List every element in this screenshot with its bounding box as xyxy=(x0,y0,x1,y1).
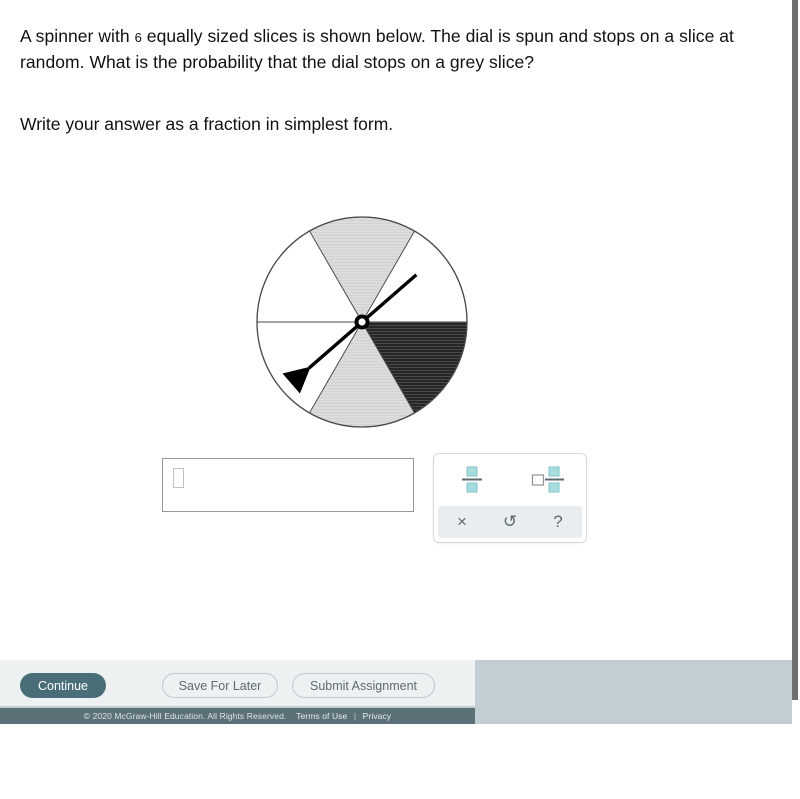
save-for-later-button[interactable]: Save For Later xyxy=(162,673,278,698)
undo-button[interactable]: ↺ xyxy=(491,508,529,536)
copyright-bar: © 2020 McGraw-Hill Education. All Rights… xyxy=(0,708,475,724)
fraction-icon xyxy=(462,466,482,493)
keypad-top-row xyxy=(434,454,586,506)
question-prefix: A spinner with xyxy=(20,26,130,46)
help-button[interactable]: ? xyxy=(539,508,577,536)
instruction-text: Write your answer as a fraction in simpl… xyxy=(20,114,394,134)
spinner-hub-center xyxy=(358,318,366,326)
math-keypad: × ↺ ? xyxy=(433,453,587,543)
submit-assignment-button[interactable]: Submit Assignment xyxy=(292,673,435,698)
footer-separator: | xyxy=(353,711,357,721)
scrollbar-thumb[interactable] xyxy=(792,0,798,700)
mixed-number-icon xyxy=(531,466,564,493)
privacy-link[interactable]: Privacy xyxy=(363,711,392,721)
fraction-button[interactable] xyxy=(449,460,495,500)
keypad-bottom-row: × ↺ ? xyxy=(438,506,582,538)
question-text: A spinner with 6 equally sized slices is… xyxy=(20,24,738,75)
clear-button[interactable]: × xyxy=(443,508,481,536)
answer-placeholder-box xyxy=(173,468,184,488)
continue-button[interactable]: Continue xyxy=(20,673,106,698)
mixed-number-button[interactable] xyxy=(525,460,571,500)
answer-input[interactable] xyxy=(162,458,414,512)
copyright-text: © 2020 McGraw-Hill Education. All Rights… xyxy=(84,711,391,721)
assignment-page: A spinner with 6 equally sized slices is… xyxy=(0,0,792,799)
spinner-diagram xyxy=(251,211,473,433)
question-slice-count: 6 xyxy=(134,30,142,45)
spinner-svg xyxy=(256,216,468,428)
terms-of-use-link[interactable]: Terms of Use xyxy=(296,711,347,721)
copyright-notice: © 2020 McGraw-Hill Education. All Rights… xyxy=(83,711,287,721)
